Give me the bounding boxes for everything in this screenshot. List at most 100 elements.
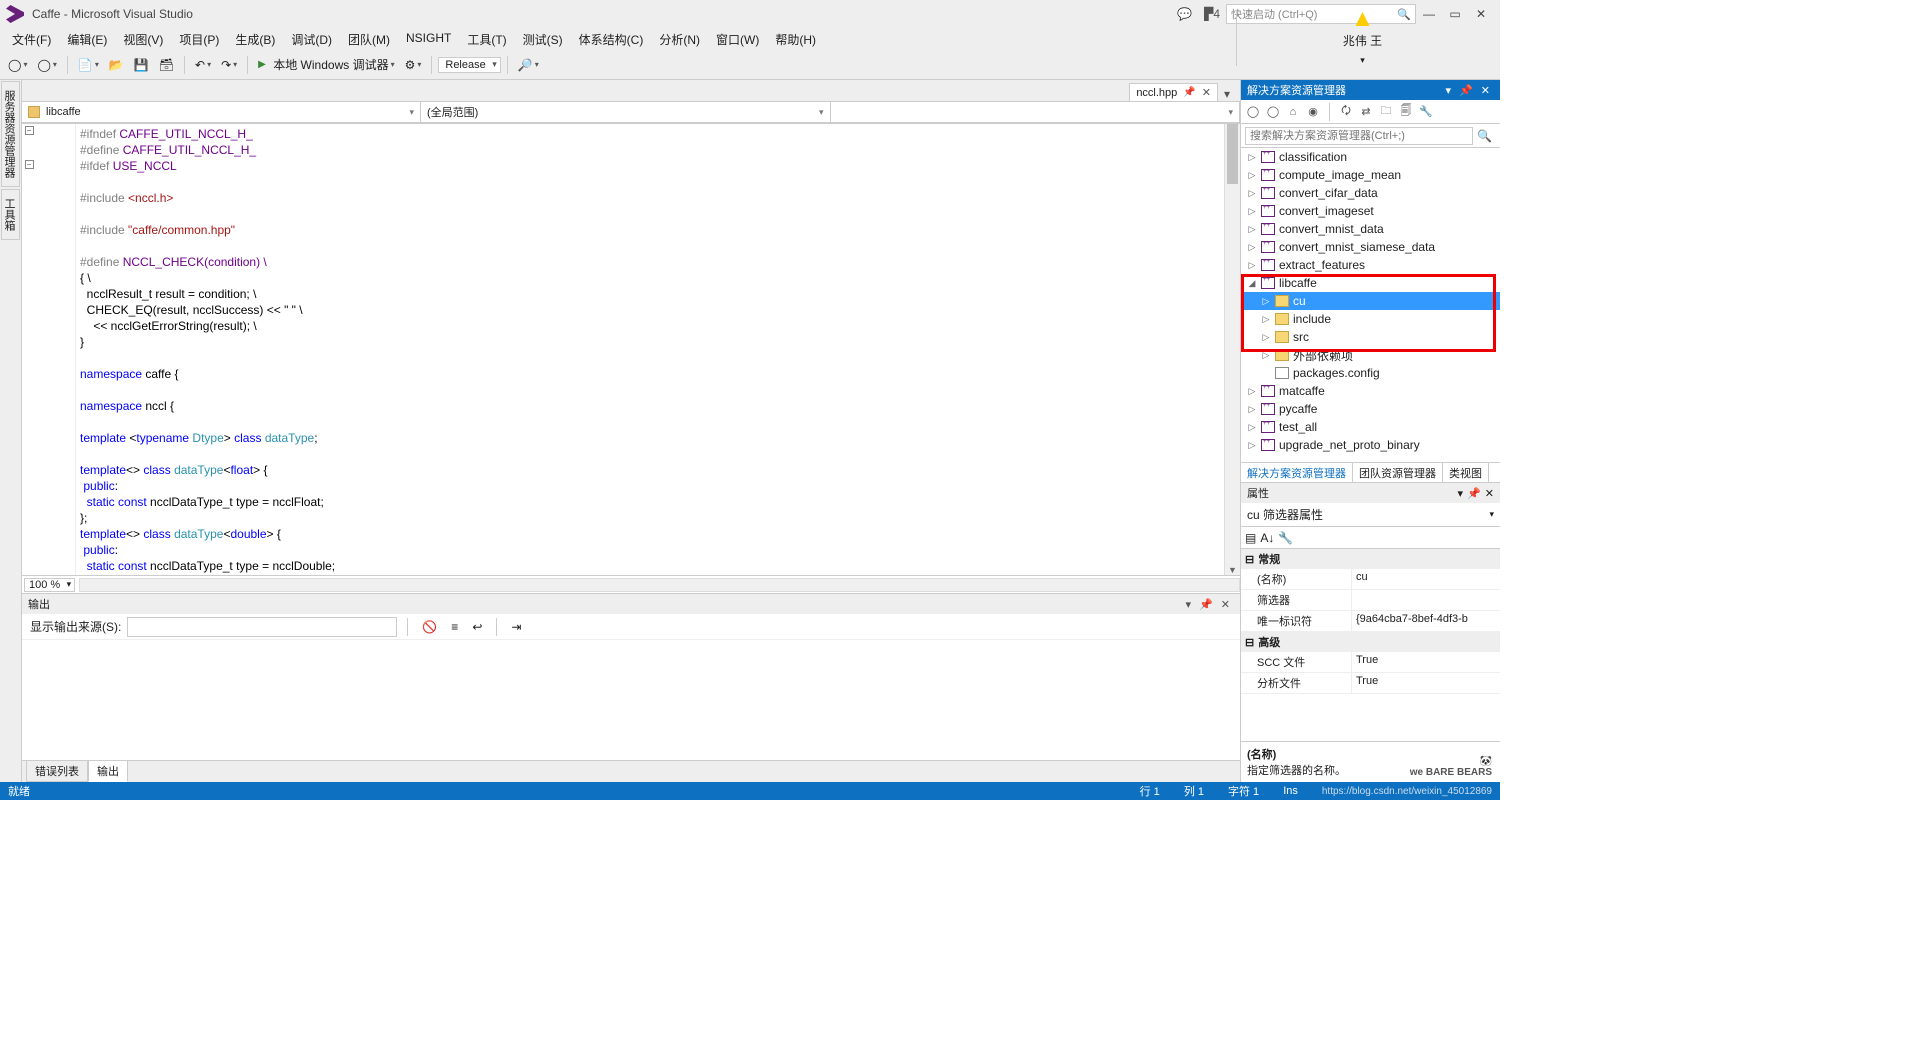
se-collapse-icon[interactable]: ⇄ [1358, 104, 1374, 120]
zoom-combo[interactable]: 100 % [24, 578, 75, 592]
output-toggle-button[interactable]: ≡ [447, 618, 462, 636]
redo-button[interactable]: ↷▾ [217, 56, 241, 74]
se-dropdown-icon[interactable]: ▾ [1442, 84, 1456, 97]
props-alpha-icon[interactable]: A↓ [1260, 531, 1274, 545]
menu-item[interactable]: 工具(T) [459, 29, 514, 50]
document-tab[interactable]: nccl.hpp 📌 ✕ [1129, 83, 1218, 101]
panel-close-icon[interactable]: ✕ [1217, 598, 1234, 611]
menu-item[interactable]: 生成(B) [227, 29, 283, 50]
tree-node[interactable]: ▷pycaffe [1241, 400, 1500, 418]
menu-item[interactable]: 团队(M) [340, 29, 398, 50]
menu-item[interactable]: 编辑(E) [59, 29, 115, 50]
panel-dropdown-icon[interactable]: ▾ [1182, 598, 1196, 611]
debug-options-button[interactable]: ⚙▾ [401, 56, 426, 74]
se-search-input[interactable] [1245, 127, 1473, 145]
close-tab-icon[interactable]: ✕ [1202, 86, 1211, 99]
property-row[interactable]: 分析文件True [1241, 673, 1500, 694]
props-pin-icon[interactable]: 📌 [1463, 487, 1485, 500]
se-properties-icon[interactable]: 🗐 [1398, 104, 1414, 120]
menu-item[interactable]: NSIGHT [398, 29, 459, 50]
se-fwd-icon[interactable]: ◯ [1265, 104, 1281, 120]
tree-node[interactable]: ◢libcaffe [1241, 274, 1500, 292]
se-close-icon[interactable]: ✕ [1477, 84, 1494, 97]
output-goto-button[interactable]: ⇥ [507, 618, 525, 636]
se-pin-icon[interactable]: 📌 [1455, 84, 1477, 97]
tree-node[interactable]: ▷convert_cifar_data [1241, 184, 1500, 202]
props-pages-icon[interactable]: 🔧 [1278, 531, 1293, 545]
tree-node[interactable]: ▷test_all [1241, 418, 1500, 436]
tree-node[interactable]: ▷外部依赖项 [1241, 346, 1500, 364]
user-name[interactable]: 兆伟 王 [1343, 32, 1382, 49]
output-tab[interactable]: 输出 [88, 760, 128, 782]
se-showall-icon[interactable]: 🗀 [1378, 104, 1394, 120]
undo-button[interactable]: ↶▾ [191, 56, 215, 74]
tree-node[interactable]: ▷matcaffe [1241, 382, 1500, 400]
solution-explorer-tree[interactable]: ▷classification▷compute_image_mean▷conve… [1241, 148, 1500, 462]
start-debug-button[interactable]: ▶ 本地 Windows 调试器▾ [254, 54, 398, 75]
search-icon[interactable]: 🔍 [1473, 129, 1496, 143]
property-row[interactable]: 筛选器 [1241, 590, 1500, 611]
vertical-scrollbar[interactable]: ▲ ▼ [1224, 124, 1240, 575]
props-categorized-icon[interactable]: ▤ [1245, 531, 1256, 545]
menu-item[interactable]: 体系结构(C) [571, 29, 652, 50]
se-sync-icon[interactable]: ◉ [1305, 104, 1321, 120]
type-scope-combo[interactable]: (全局范围) [420, 101, 831, 123]
user-dropdown-icon[interactable]: ▾ [1360, 55, 1365, 66]
property-row[interactable]: 唯一标识符{9a64cba7-8bef-4df3-b [1241, 611, 1500, 632]
outlining-margin[interactable]: −− [22, 124, 36, 575]
configuration-combo[interactable]: Release [438, 57, 500, 73]
menu-item[interactable]: 文件(F) [4, 29, 59, 50]
find-in-files-button[interactable]: 🔎▾ [514, 56, 543, 74]
se-home-icon[interactable]: ⌂ [1285, 104, 1301, 120]
menu-item[interactable]: 分析(N) [651, 29, 708, 50]
se-refresh-icon[interactable]: 🗘 [1338, 104, 1354, 120]
project-scope-combo[interactable]: libcaffe [21, 101, 421, 123]
se-preview-icon[interactable]: 🔧 [1418, 104, 1434, 120]
tree-node[interactable]: ▷convert_imageset [1241, 202, 1500, 220]
save-button[interactable]: 💾 [130, 56, 153, 74]
output-text[interactable] [22, 640, 1240, 760]
tree-node[interactable]: ▷cu [1241, 292, 1500, 310]
output-wrap-button[interactable]: ↩ [468, 618, 486, 636]
se-tab-class[interactable]: 类视图 [1443, 463, 1489, 482]
output-clear-button[interactable]: 🚫 [418, 618, 441, 636]
menu-item[interactable]: 测试(S) [515, 29, 571, 50]
panel-pin-icon[interactable]: 📌 [1195, 598, 1217, 611]
props-close-icon[interactable]: ✕ [1485, 487, 1494, 500]
notifications-flag-icon[interactable]: ▛4 [1198, 7, 1226, 21]
nav-back-button[interactable]: ◯▾ [4, 56, 31, 74]
tree-node[interactable]: ▷extract_features [1241, 256, 1500, 274]
feedback-icon[interactable]: 💬 [1171, 7, 1198, 21]
properties-grid[interactable]: ⊟ 常规(名称)cu筛选器唯一标识符{9a64cba7-8bef-4df3-b⊟… [1241, 549, 1500, 741]
error-list-tab[interactable]: 错误列表 [26, 760, 88, 782]
tree-node[interactable]: ▷convert_mnist_data [1241, 220, 1500, 238]
menu-item[interactable]: 窗口(W) [708, 29, 767, 50]
new-project-button[interactable]: 📄▾ [74, 56, 103, 74]
horizontal-scrollbar[interactable] [79, 578, 1240, 592]
menu-item[interactable]: 项目(P) [171, 29, 227, 50]
tree-node[interactable]: packages.config [1241, 364, 1500, 382]
toolbox-tab[interactable]: 工具箱 [1, 189, 20, 240]
code-editor[interactable]: −− #ifndef CAFFE_UTIL_NCCL_H_#define CAF… [22, 124, 1240, 575]
menu-item[interactable]: 视图(V) [115, 29, 171, 50]
se-back-icon[interactable]: ◯ [1245, 104, 1261, 120]
member-scope-combo[interactable] [830, 101, 1241, 123]
server-explorer-tab[interactable]: 服务器资源管理器 [1, 81, 20, 187]
props-object-dropdown-icon[interactable]: ▾ [1489, 509, 1494, 520]
se-tab-solution[interactable]: 解决方案资源管理器 [1241, 463, 1353, 482]
tree-node[interactable]: ▷compute_image_mean [1241, 166, 1500, 184]
code-area[interactable]: #ifndef CAFFE_UTIL_NCCL_H_#define CAFFE_… [76, 124, 1224, 575]
output-source-combo[interactable] [127, 617, 397, 637]
tree-node[interactable]: ▷src [1241, 328, 1500, 346]
menu-item[interactable]: 帮助(H) [767, 29, 824, 50]
tree-node[interactable]: ▷upgrade_net_proto_binary [1241, 436, 1500, 454]
tree-node[interactable]: ▷include [1241, 310, 1500, 328]
nav-fwd-button[interactable]: ◯▾ [33, 56, 60, 74]
property-row[interactable]: (名称)cu [1241, 569, 1500, 590]
scroll-down-icon[interactable]: ▼ [1225, 565, 1240, 575]
se-tab-team[interactable]: 团队资源管理器 [1353, 463, 1443, 482]
menu-item[interactable]: 调试(D) [283, 29, 340, 50]
property-row[interactable]: SCC 文件True [1241, 652, 1500, 673]
scroll-thumb[interactable] [1227, 124, 1238, 184]
pin-icon[interactable]: 📌 [1183, 87, 1195, 98]
